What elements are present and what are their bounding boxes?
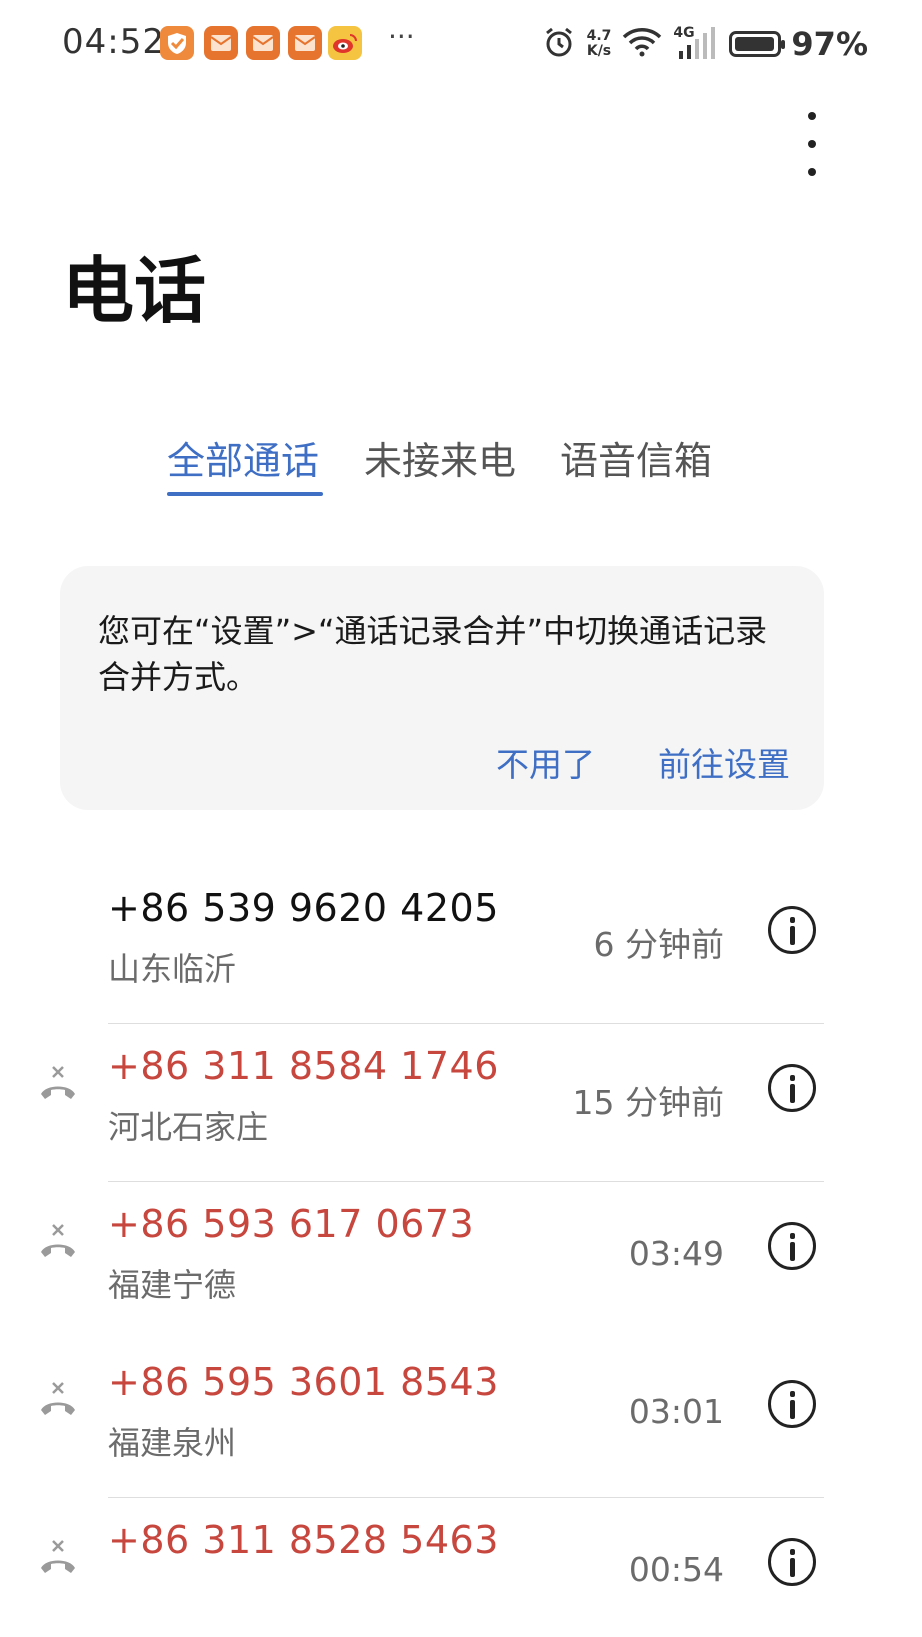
- info-icon[interactable]: [768, 1380, 816, 1428]
- active-tab-indicator: [167, 492, 323, 496]
- tab-all-calls[interactable]: 全部通话: [167, 430, 319, 485]
- call-location: 山东临沂: [108, 950, 237, 988]
- call-time: 6 分钟前: [593, 925, 725, 964]
- missed-call-icon: [38, 1064, 78, 1104]
- alarm-icon: [541, 24, 577, 64]
- orange-envelope-app-icon: [246, 26, 280, 60]
- call-log-row[interactable]: +86 593 617 0673 福建宁德 03:49: [0, 1182, 922, 1340]
- more-notifications-indicator: ···: [388, 20, 415, 53]
- call-number: +86 593 617 0673: [108, 1202, 475, 1246]
- weibo-icon: [328, 26, 362, 60]
- status-bar: 04:52 ··· 4.7 K/s 4G 97%: [0, 0, 922, 90]
- call-time: 00:54: [628, 1550, 724, 1589]
- more-options-button[interactable]: [800, 112, 824, 176]
- tab-missed-calls[interactable]: 未接来电: [364, 430, 516, 485]
- call-time: 15 分钟前: [572, 1083, 724, 1122]
- missed-call-icon: [38, 1538, 78, 1578]
- wifi-icon: [621, 26, 663, 62]
- net-speed-value: 4.7: [586, 28, 612, 44]
- call-log-row[interactable]: +86 595 3601 8543 福建泉州 03:01: [0, 1340, 922, 1498]
- info-icon[interactable]: [768, 906, 816, 954]
- tip-message: 您可在“设置”>“通话记录合并”中切换通话记录合并方式。: [98, 612, 768, 696]
- info-icon[interactable]: [768, 1538, 816, 1586]
- orange-envelope-app-icon: [288, 26, 322, 60]
- status-icons: 4.7 K/s 4G 97%: [541, 24, 868, 64]
- goto-settings-button[interactable]: 前往设置: [658, 738, 790, 786]
- call-location: 福建泉州: [108, 1424, 237, 1462]
- missed-call-icon: [38, 1222, 78, 1262]
- more-vertical-icon: [808, 112, 816, 120]
- page-title: 电话: [62, 249, 207, 333]
- call-number: +86 595 3601 8543: [108, 1360, 499, 1404]
- call-number: +86 311 8584 1746: [108, 1044, 499, 1088]
- merge-setting-tip-card: 您可在“设置”>“通话记录合并”中切换通话记录合并方式。 不用了 前往设置: [60, 566, 824, 810]
- battery-percent: 97%: [791, 25, 868, 63]
- net-speed: 4.7 K/s: [587, 29, 612, 59]
- call-number: +86 311 8528 5463: [108, 1518, 499, 1562]
- orange-shield-app-icon: [160, 26, 194, 60]
- call-time: 03:01: [628, 1392, 724, 1431]
- phone-app-screen: 04:52 ··· 4.7 K/s 4G 97% 电话 全部通话 未接来电 语音…: [0, 0, 922, 1637]
- missed-call-icon: [38, 1380, 78, 1420]
- status-time: 04:52: [62, 22, 165, 62]
- tab-voicemail[interactable]: 语音信箱: [560, 430, 712, 485]
- info-icon[interactable]: [768, 1222, 816, 1270]
- orange-envelope-app-icon: [204, 26, 238, 60]
- signal-icon: 4G: [673, 25, 719, 61]
- call-location: 河北石家庄: [108, 1108, 269, 1146]
- call-log-row[interactable]: +86 539 9620 4205 山东临沂 6 分钟前: [0, 866, 922, 1024]
- info-icon[interactable]: [768, 1064, 816, 1112]
- call-log-row[interactable]: +86 311 8528 5463 00:54: [0, 1498, 922, 1637]
- battery-icon: [729, 31, 786, 57]
- call-location: 福建宁德: [108, 1266, 237, 1304]
- dismiss-button[interactable]: 不用了: [496, 738, 595, 786]
- call-log-row[interactable]: +86 311 8584 1746 河北石家庄 15 分钟前: [0, 1024, 922, 1182]
- call-time: 03:49: [628, 1234, 724, 1273]
- call-number: +86 539 9620 4205: [108, 886, 499, 930]
- net-speed-unit: K/s: [586, 43, 612, 59]
